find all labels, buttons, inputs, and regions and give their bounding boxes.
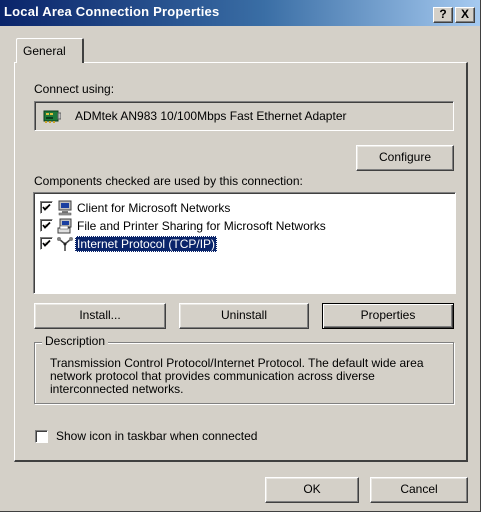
component-label: Client for Microsoft Networks — [77, 201, 231, 215]
window-title: Local Area Connection Properties — [4, 4, 220, 19]
properties-button-label: Properties — [360, 308, 416, 322]
uninstall-button[interactable]: Uninstall — [179, 303, 309, 329]
checkmark-icon — [42, 203, 51, 211]
configure-button-label: Configure — [378, 150, 432, 164]
list-item[interactable]: Client for Microsoft Networks — [40, 199, 440, 217]
help-button[interactable]: ? — [433, 7, 453, 23]
uninstall-button-label: Uninstall — [220, 308, 268, 322]
adapter-display: ADMtek AN983 10/100Mbps Fast Ethernet Ad… — [34, 101, 454, 131]
tab-general[interactable]: General — [16, 38, 84, 63]
component-checkbox[interactable] — [40, 219, 53, 232]
title-bar[interactable]: Local Area Connection Properties ? X — [0, 0, 480, 26]
checkmark-icon — [42, 239, 51, 247]
close-button[interactable]: X — [455, 7, 475, 23]
component-label: File and Printer Sharing for Microsoft N… — [77, 219, 326, 233]
component-checkbox[interactable] — [40, 201, 53, 214]
network-client-icon — [58, 200, 72, 216]
connect-using-label: Connect using: — [34, 82, 115, 96]
components-list[interactable]: Client for Microsoft Networks File and P… — [33, 192, 456, 294]
show-icon-checkbox[interactable] — [35, 430, 48, 443]
properties-button[interactable]: Properties — [322, 303, 454, 329]
description-legend: Description — [42, 334, 109, 348]
components-label: Components checked are used by this conn… — [34, 174, 303, 188]
component-label: Internet Protocol (TCP/IP) — [75, 236, 218, 252]
list-item[interactable]: File and Printer Sharing for Microsoft N… — [40, 217, 440, 235]
cancel-button-label: Cancel — [400, 482, 438, 496]
ok-button-label: OK — [303, 482, 321, 496]
list-item[interactable]: Internet Protocol (TCP/IP) — [40, 235, 440, 253]
properties-dialog: Local Area Connection Properties ? X Gen… — [0, 0, 481, 512]
adapter-name: ADMtek AN983 10/100Mbps Fast Ethernet Ad… — [75, 109, 347, 123]
configure-button[interactable]: Configure — [356, 145, 454, 171]
checkmark-icon — [42, 221, 51, 229]
protocol-icon — [57, 237, 73, 251]
install-button-label: Install... — [79, 308, 121, 322]
component-checkbox[interactable] — [40, 237, 53, 250]
description-text: Transmission Control Protocol/Internet P… — [50, 356, 424, 396]
network-adapter-icon — [43, 110, 61, 123]
file-printer-sharing-icon — [57, 218, 72, 234]
cancel-button[interactable]: Cancel — [370, 477, 468, 503]
show-icon-label[interactable]: Show icon in taskbar when connected — [56, 429, 257, 443]
ok-button[interactable]: OK — [265, 477, 359, 503]
install-button[interactable]: Install... — [34, 303, 166, 329]
